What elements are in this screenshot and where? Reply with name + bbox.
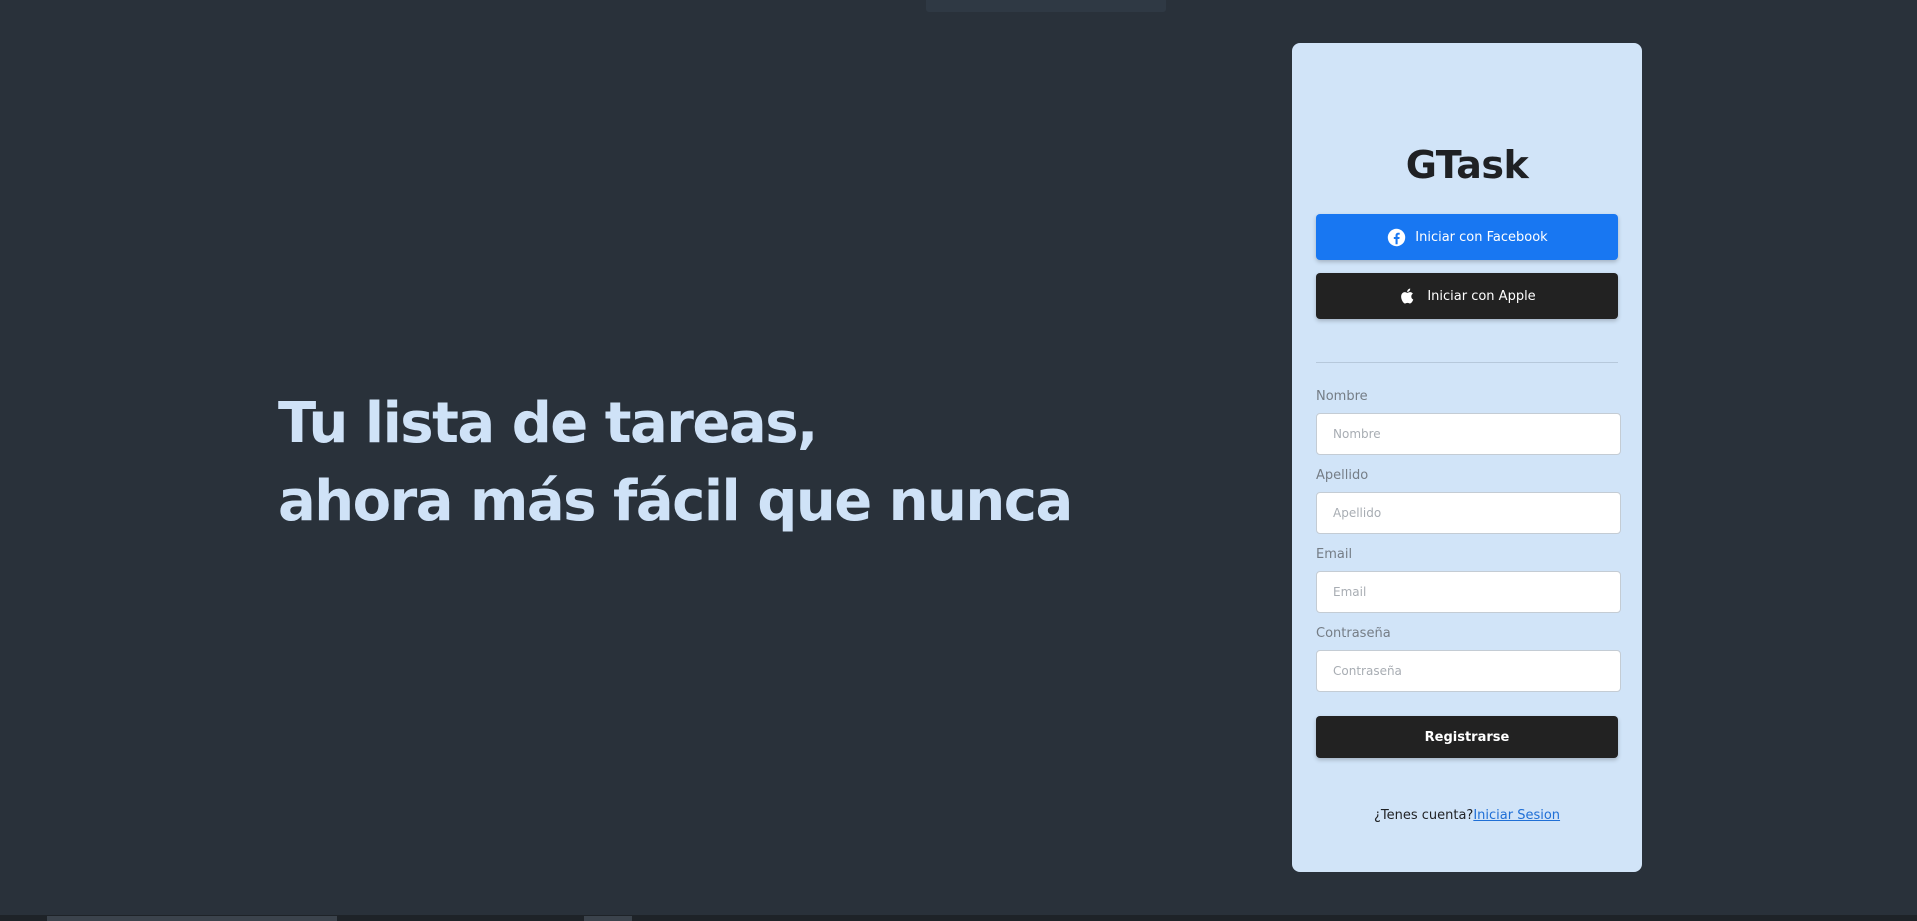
facebook-login-label: Iniciar con Facebook bbox=[1415, 229, 1548, 245]
email-input[interactable] bbox=[1316, 571, 1621, 613]
password-input[interactable] bbox=[1316, 650, 1621, 692]
apellido-label: Apellido bbox=[1316, 468, 1369, 483]
nombre-label: Nombre bbox=[1316, 389, 1368, 404]
register-button[interactable]: Registrarse bbox=[1316, 716, 1618, 758]
facebook-login-button[interactable]: Iniciar con Facebook bbox=[1316, 214, 1618, 260]
hero-heading: Tu lista de tareas, ahora más fácil que … bbox=[278, 385, 1073, 541]
top-strip bbox=[926, 0, 1166, 12]
login-prompt-text: ¿Tenes cuenta? bbox=[1373, 808, 1474, 823]
email-label: Email bbox=[1316, 547, 1353, 562]
facebook-icon bbox=[1386, 227, 1406, 247]
divider bbox=[1316, 362, 1618, 363]
apple-icon bbox=[1398, 286, 1418, 306]
register-card: GTask Iniciar con Facebook Iniciar con A… bbox=[1292, 43, 1642, 872]
apple-login-label: Iniciar con Apple bbox=[1427, 288, 1536, 304]
apple-login-button[interactable]: Iniciar con Apple bbox=[1316, 273, 1618, 319]
hero-line-1: Tu lista de tareas, bbox=[278, 391, 818, 456]
page: Tu lista de tareas, ahora más fácil que … bbox=[0, 0, 1917, 921]
apellido-input[interactable] bbox=[1316, 492, 1621, 534]
login-prompt-row: ¿Tenes cuenta?Iniciar Sesion bbox=[1292, 808, 1642, 823]
bottom-scroll-segment bbox=[584, 916, 632, 921]
login-link[interactable]: Iniciar Sesion bbox=[1473, 808, 1560, 823]
password-label: Contraseña bbox=[1316, 626, 1391, 641]
brand-logo: GTask bbox=[1405, 143, 1529, 187]
hero-line-2: ahora más fácil que nunca bbox=[278, 469, 1073, 534]
nombre-input[interactable] bbox=[1316, 413, 1621, 455]
bottom-scroll-segment bbox=[47, 916, 337, 921]
